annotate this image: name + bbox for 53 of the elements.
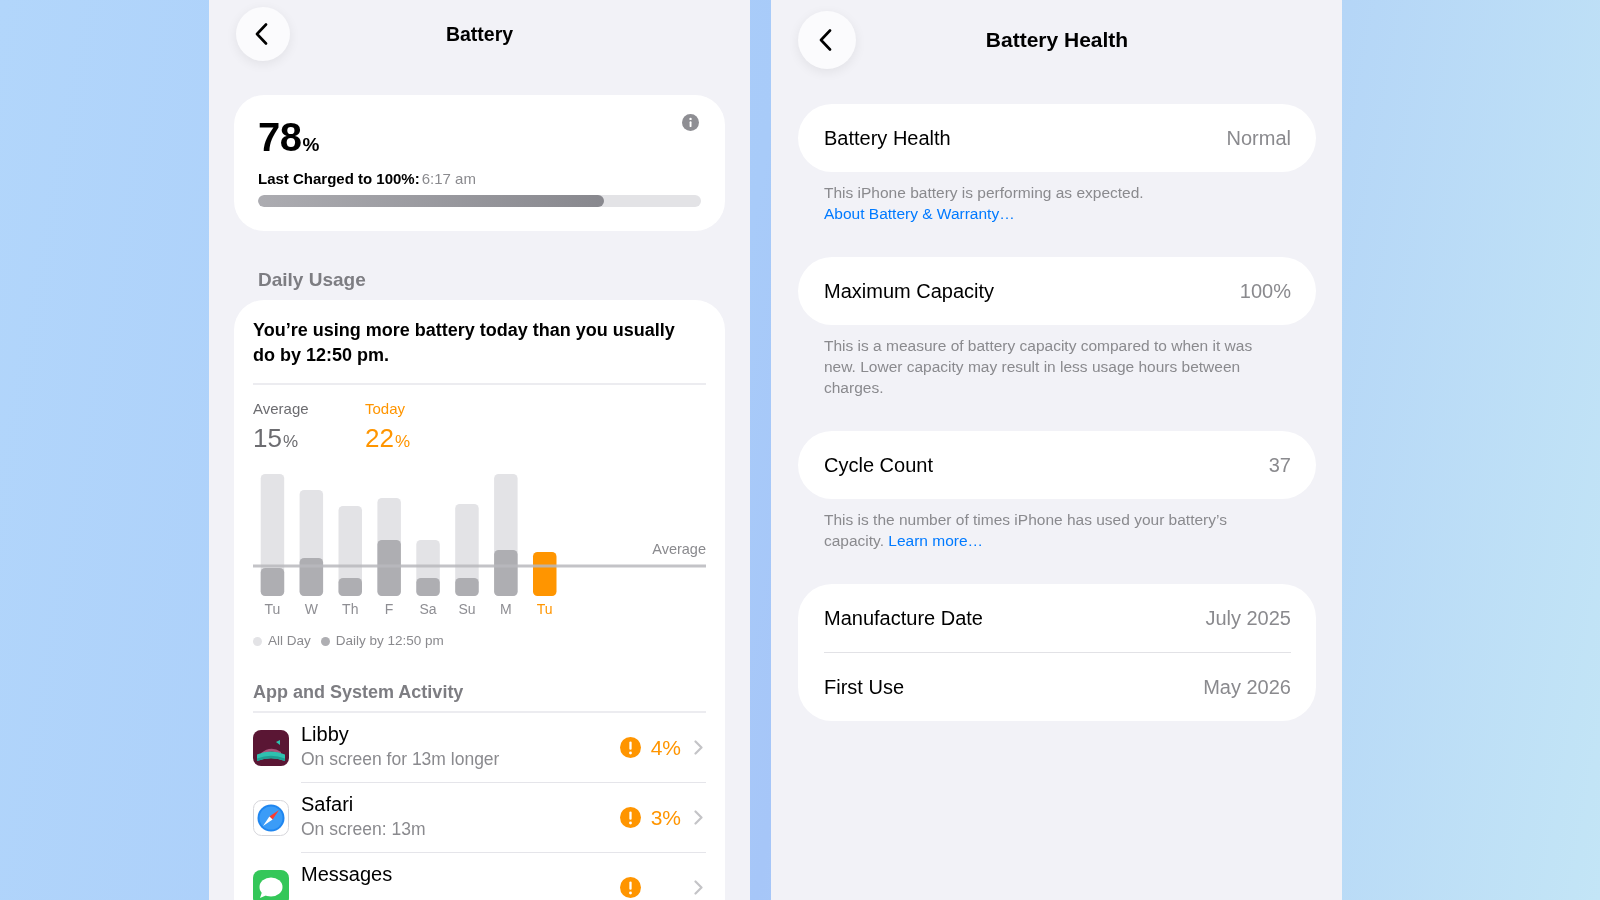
day-label: Sa — [419, 601, 437, 617]
footnote-text: This is the number of times iPhone has used your battery’s capacity. Learn more… — [824, 510, 1228, 551]
row-label: Battery Health — [824, 126, 951, 150]
chevron-right-icon[interactable] — [694, 810, 703, 825]
stat-value: 22% — [365, 423, 412, 455]
app-name: Messages — [301, 862, 394, 887]
screen-title: Battery — [444, 22, 515, 47]
row-value: May 2026 — [1203, 675, 1291, 699]
app-name: Safari — [301, 792, 355, 817]
day-label: Su — [458, 601, 476, 617]
app-usage-percent: 3% — [650, 805, 681, 829]
app-usage-detail: On screen: 13m — [301, 818, 427, 841]
row-label: Cycle Count — [824, 453, 933, 477]
info-icon[interactable] — [682, 114, 699, 131]
day-label: Tu — [536, 601, 553, 617]
section-heading: Daily Usage — [258, 268, 367, 292]
stat-label: Today — [365, 400, 407, 418]
day-label: F — [384, 601, 394, 617]
average-line-label: Average — [652, 541, 706, 557]
row-value: 37 — [1268, 453, 1291, 477]
chevron-right-icon[interactable] — [694, 880, 703, 895]
footnote-link[interactable]: About Battery & Warranty… — [824, 205, 1015, 222]
battery-percentage: 78% — [258, 115, 319, 161]
last-charged-label: Last Charged to 100%: — [258, 170, 420, 187]
legend-label: Daily by 12:50 pm — [335, 632, 444, 650]
row-value: Normal — [1226, 126, 1291, 150]
section-heading: App and System Activity — [253, 681, 465, 704]
last-charged-time: 6:17 am — [421, 170, 476, 187]
stat-value: 15% — [253, 423, 300, 455]
legend-label: All Day — [268, 632, 311, 650]
stat-label: Average — [253, 400, 310, 418]
row-value: July 2025 — [1205, 606, 1291, 630]
day-label: Th — [342, 601, 359, 617]
screen-title: Battery Health — [984, 27, 1130, 53]
footnote-text: This iPhone battery is performing as expected. About Battery & Warranty… — [824, 183, 1145, 224]
day-label: M — [500, 601, 512, 617]
footnote-text: This is a measure of battery capacity compared to when it was new. Lower capacity may result in less usage hours between charges. — [824, 336, 1254, 398]
chevron-left-icon — [819, 29, 832, 51]
chevron-right-icon[interactable] — [694, 740, 703, 755]
row-label: Maximum Capacity — [824, 279, 995, 303]
day-label: Tu — [264, 601, 281, 617]
row-label: First Use — [824, 675, 904, 699]
app-icon — [253, 730, 289, 766]
row-label: Manufacture Date — [824, 606, 983, 630]
app-usage-detail: On screen for 13m longer — [301, 748, 501, 771]
usage-message: You’re using more battery today than you usually do by 12:50 pm. — [253, 319, 676, 367]
compass-icon — [253, 800, 289, 836]
footnote-link[interactable]: Learn more… — [888, 532, 984, 549]
app-name: Libby — [301, 722, 350, 747]
chevron-left-icon — [255, 23, 268, 45]
day-label: W — [304, 601, 318, 617]
row-value: 100% — [1239, 279, 1291, 303]
app-usage-percent: 4% — [650, 735, 681, 759]
